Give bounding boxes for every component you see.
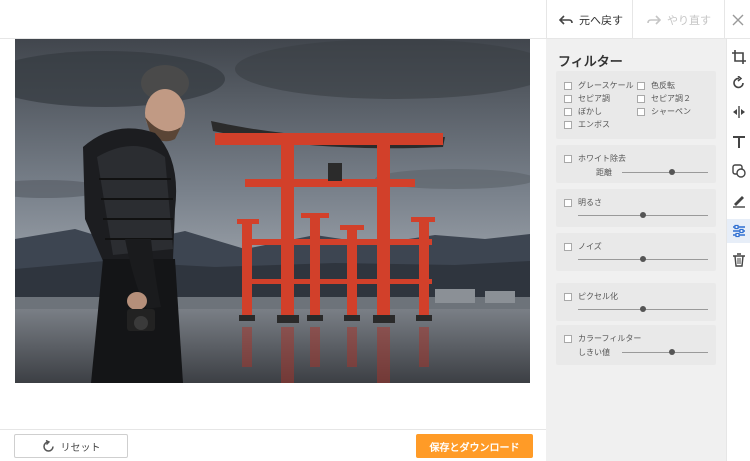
reset-label: リセット	[60, 442, 101, 454]
checkbox-box[interactable]	[564, 107, 572, 116]
blur-checkbox[interactable]: ぼかし	[564, 106, 602, 116]
slider-knob[interactable]	[668, 169, 675, 175]
trash-icon	[733, 253, 745, 267]
flip-tool-button[interactable]	[727, 100, 750, 124]
checkbox-box[interactable]	[564, 120, 572, 129]
close-button[interactable]	[724, 0, 750, 39]
undo-label: 元へ戻す	[579, 13, 623, 27]
invert-checkbox[interactable]: 色反転	[637, 80, 675, 90]
slider-knob[interactable]	[640, 256, 646, 262]
draw-icon	[733, 196, 745, 208]
emboss-checkbox[interactable]: エンボス	[564, 119, 610, 129]
pixelate-checkbox[interactable]: ピクセル化	[564, 291, 618, 301]
slider-knob[interactable]	[640, 212, 646, 218]
grayscale-checkbox[interactable]: グレースケール	[564, 80, 634, 90]
slider-knob[interactable]	[668, 349, 675, 355]
crop-tool-button[interactable]	[727, 45, 750, 69]
basic-filters-card: グレースケール 色反転 セピア調 セピア調２ ぼかし シャーペン エンボス	[556, 71, 716, 139]
filter-tool-button[interactable]	[727, 219, 750, 243]
rotate-icon	[733, 76, 744, 89]
redo-icon	[647, 14, 661, 25]
editor-canvas	[0, 39, 546, 429]
sepia-checkbox[interactable]: セピア調	[564, 93, 610, 103]
checkbox-box[interactable]	[564, 94, 572, 103]
shape-tool-button[interactable]	[727, 159, 750, 183]
brightness-checkbox[interactable]: 明るさ	[564, 197, 602, 207]
slider-knob[interactable]	[640, 306, 646, 312]
checkbox-box[interactable]	[637, 107, 645, 116]
draw-tool-button[interactable]	[727, 189, 750, 213]
text-icon	[733, 136, 745, 148]
bottom-bar: リセット 保存とダウンロード	[0, 429, 546, 461]
filter-panel: フィルター グレースケール 色反転 セピア調 セピア調２ ぼかし シャーペン エ…	[546, 39, 726, 461]
white-remove-slider[interactable]	[622, 169, 708, 175]
pixelate-slider[interactable]	[578, 306, 708, 312]
close-icon	[732, 14, 743, 25]
text-tool-button[interactable]	[727, 130, 750, 154]
filter-panel-title: フィルター	[558, 55, 623, 70]
checkbox-box[interactable]	[564, 242, 572, 251]
redo-label: やり直す	[667, 13, 711, 27]
save-download-button[interactable]: 保存とダウンロード	[416, 434, 533, 458]
sharpen-checkbox[interactable]: シャーペン	[637, 106, 691, 116]
undo-button[interactable]: 元へ戻す	[546, 0, 632, 39]
brightness-card: 明るさ	[556, 189, 716, 227]
color-filter-checkbox[interactable]: カラーフィルター	[564, 333, 641, 343]
color-filter-threshold-label: しきい値	[578, 348, 610, 357]
brightness-slider[interactable]	[578, 212, 708, 218]
shape-icon	[732, 164, 746, 178]
sepia2-checkbox[interactable]: セピア調２	[637, 93, 691, 103]
pixelate-card: ピクセル化	[556, 283, 716, 321]
top-toolbar: 元へ戻す やり直す	[0, 0, 750, 39]
reset-icon	[42, 439, 54, 452]
reset-button[interactable]: リセット	[14, 434, 128, 458]
checkbox-box[interactable]	[564, 292, 572, 301]
checkbox-box[interactable]	[637, 81, 645, 90]
rotate-tool-button[interactable]	[727, 71, 750, 95]
noise-slider[interactable]	[578, 256, 708, 262]
white-remove-card: ホワイト除去 距離	[556, 145, 716, 183]
filter-icon	[733, 224, 745, 238]
color-filter-slider[interactable]	[622, 349, 708, 355]
white-remove-distance-label: 距離	[596, 168, 612, 177]
color-filter-card: カラーフィルター しきい値	[556, 325, 716, 365]
redo-button[interactable]: やり直す	[632, 0, 724, 39]
save-download-label: 保存とダウンロード	[429, 442, 520, 454]
photo-image	[15, 39, 530, 383]
white-remove-checkbox[interactable]: ホワイト除去	[564, 153, 626, 163]
photo-canvas[interactable]	[15, 39, 530, 383]
noise-card: ノイズ	[556, 233, 716, 271]
checkbox-box[interactable]	[564, 154, 572, 163]
checkbox-box[interactable]	[564, 198, 572, 207]
flip-icon	[733, 106, 745, 118]
checkbox-box[interactable]	[564, 334, 572, 343]
undo-icon	[559, 14, 573, 25]
tool-strip	[726, 39, 750, 461]
delete-tool-button[interactable]	[727, 248, 750, 272]
checkbox-box[interactable]	[564, 81, 572, 90]
checkbox-box[interactable]	[637, 94, 645, 103]
crop-icon	[732, 50, 746, 64]
noise-checkbox[interactable]: ノイズ	[564, 241, 602, 251]
